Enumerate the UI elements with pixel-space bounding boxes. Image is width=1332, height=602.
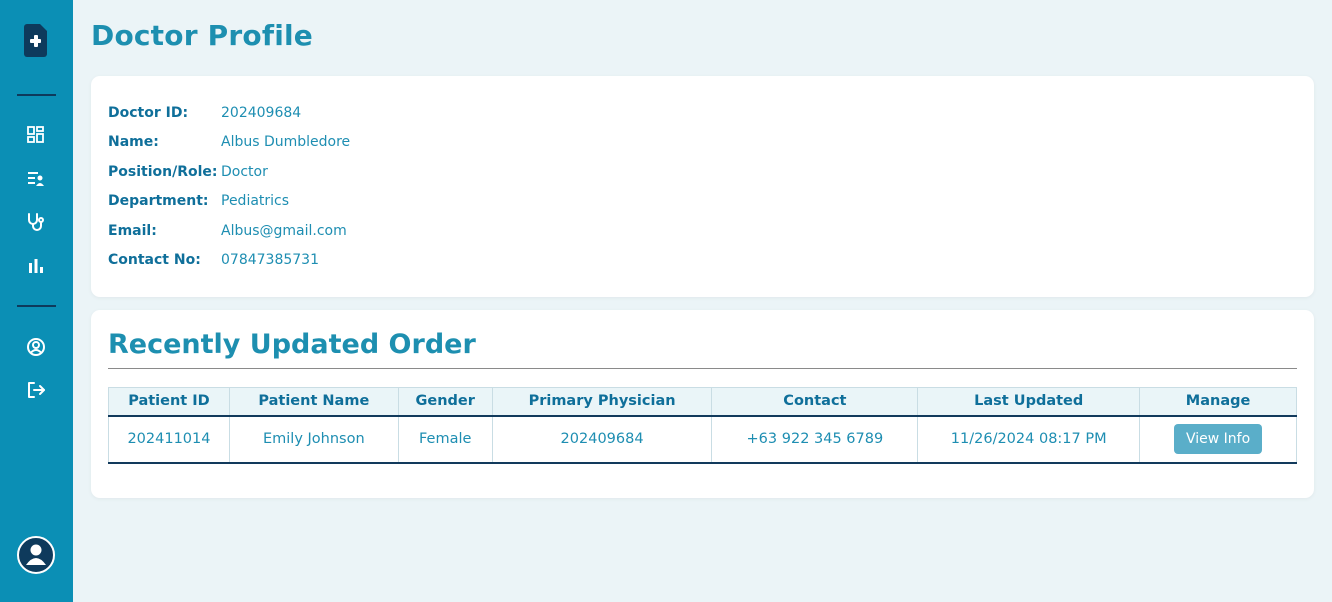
cell-patient-name: Emily Johnson — [228, 415, 399, 464]
column-header: Gender — [397, 387, 493, 417]
page-title: Doctor Profile — [91, 19, 313, 52]
profile-value: 07847385731 — [221, 252, 319, 268]
view-info-button[interactable]: View Info — [1173, 424, 1263, 454]
profile-value: 202409684 — [221, 105, 302, 121]
column-header: Primary Physician — [491, 387, 713, 417]
logout-icon[interactable] — [26, 380, 46, 400]
cell-last-updated: 11/26/2024 08:17 PM — [917, 415, 1141, 464]
profile-value: Albus@gmail.com — [221, 223, 347, 239]
column-header: Last Updated — [917, 387, 1141, 417]
column-header: Contact — [711, 387, 919, 417]
profile-label: Contact No: — [108, 252, 201, 268]
sidebar — [0, 0, 73, 602]
patient-list-icon[interactable] — [26, 169, 46, 189]
table-header-row: Patient ID Patient Name Gender Primary P… — [108, 387, 1297, 417]
cell-gender: Female — [397, 415, 493, 464]
cell-contact: +63 922 345 6789 — [711, 415, 919, 464]
section-title: Recently Updated Order — [108, 329, 476, 360]
cell-patient-id: 202411014 — [108, 415, 230, 464]
sidebar-divider — [17, 94, 56, 96]
profile-label: Position/Role: — [108, 164, 218, 180]
column-header: Patient Name — [228, 387, 399, 417]
doctor-profile-card: Doctor ID: 202409684 Name: Albus Dumbled… — [91, 76, 1314, 297]
orders-table: Patient ID Patient Name Gender Primary P… — [108, 387, 1297, 464]
profile-value: Doctor — [221, 164, 268, 180]
column-header: Patient ID — [108, 387, 230, 417]
recent-orders-card: Recently Updated Order Patient ID Patien… — [91, 310, 1314, 498]
table-row: 202411014 Emily Johnson Female 202409684… — [108, 415, 1297, 464]
bar-chart-icon[interactable] — [26, 256, 46, 276]
profile-label: Doctor ID: — [108, 105, 189, 121]
sidebar-divider — [17, 305, 56, 307]
profile-label: Name: — [108, 134, 159, 150]
title-divider — [108, 368, 1297, 369]
profile-value: Albus Dumbledore — [221, 134, 351, 150]
profile-label: Department: — [108, 193, 209, 209]
cell-primary-physician: 202409684 — [491, 415, 713, 464]
user-circle-icon[interactable] — [26, 337, 46, 357]
cell-manage: View Info — [1139, 415, 1297, 464]
profile-label: Email: — [108, 223, 157, 239]
medical-file-icon — [24, 24, 47, 57]
profile-value: Pediatrics — [221, 193, 290, 209]
avatar-icon[interactable] — [17, 536, 55, 574]
stethoscope-icon[interactable] — [26, 212, 46, 232]
dashboard-icon[interactable] — [26, 125, 46, 145]
column-header: Manage — [1139, 387, 1297, 417]
